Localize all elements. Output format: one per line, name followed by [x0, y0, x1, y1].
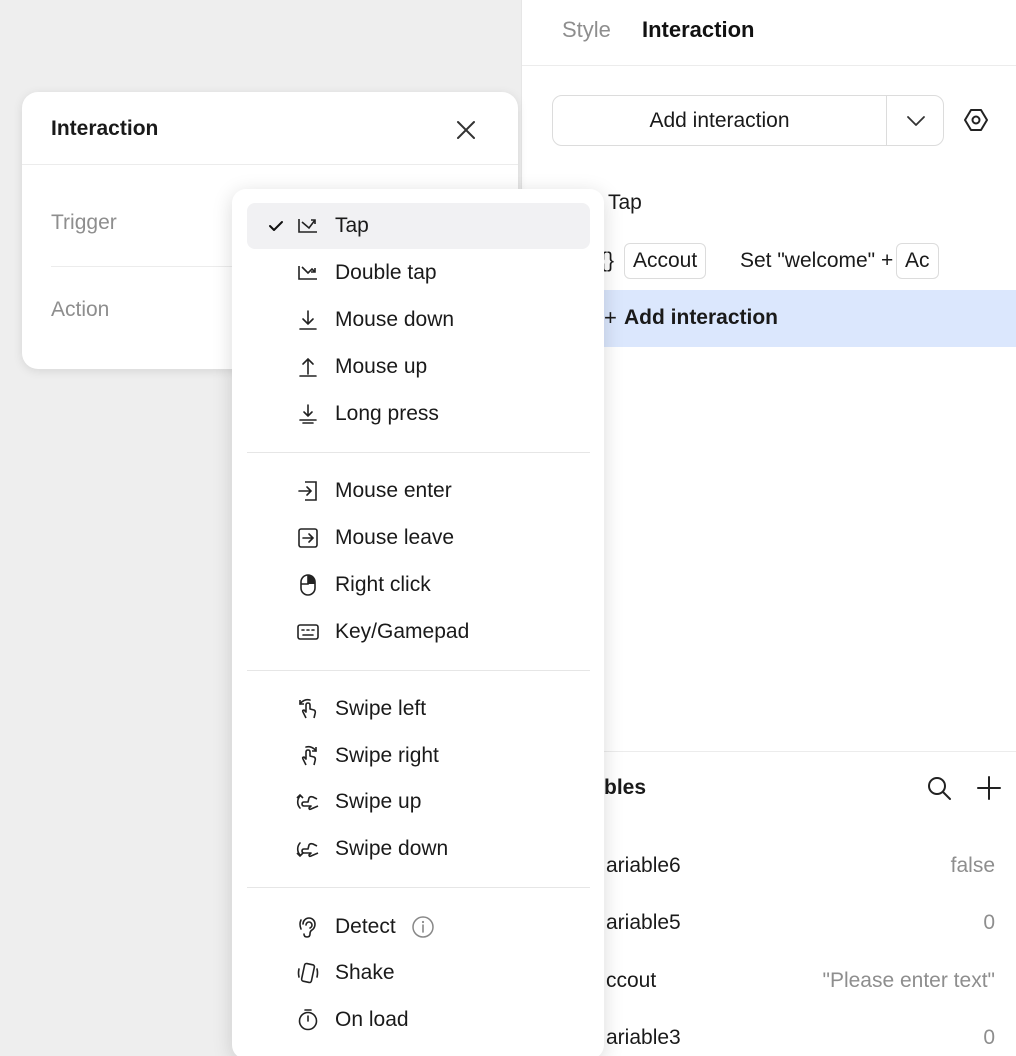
menu-item-label: Swipe left: [335, 697, 427, 720]
variable-chip: Ac: [896, 243, 939, 279]
menu-item-label: Mouse down: [335, 308, 455, 331]
search-icon[interactable]: [925, 774, 953, 802]
menu-item-swipe-right[interactable]: Swipe right: [247, 733, 590, 779]
menu-item-label: Right click: [335, 573, 431, 596]
trigger-row-tap[interactable]: Tap: [608, 189, 642, 217]
variable-value: 0: [983, 1026, 995, 1049]
swipe-left-icon: [299, 698, 317, 719]
menu-item-right-click[interactable]: Right click: [247, 562, 590, 608]
variable-row[interactable]: ariable6 false: [592, 852, 995, 882]
action-row[interactable]: {} Accout Set "welcome" + Ac: [592, 243, 1016, 279]
mouse-down-icon: [299, 310, 317, 330]
variable-name: ariable6: [606, 854, 681, 877]
menu-item-swipe-left[interactable]: Swipe left: [247, 686, 590, 732]
menu-item-swipe-down[interactable]: Swipe down: [247, 826, 590, 872]
right-click-icon: [300, 574, 316, 596]
add-interaction-button[interactable]: Add interaction: [553, 96, 886, 145]
add-interaction-row[interactable]: + Add interaction: [592, 290, 1016, 347]
variable-name: ariable3: [606, 1026, 681, 1049]
action-label: Action: [51, 298, 110, 321]
variable-value: false: [950, 854, 995, 877]
mouse-up-icon: [299, 357, 317, 377]
menu-item-label: Swipe down: [335, 837, 449, 860]
menu-item-mouse-enter[interactable]: Mouse enter: [247, 468, 590, 514]
info-icon[interactable]: [411, 915, 435, 939]
variable-row[interactable]: ariable3 0: [592, 1024, 995, 1054]
divider: [592, 751, 1016, 752]
shake-icon: [297, 962, 319, 984]
menu-divider: [247, 670, 590, 671]
variables-title: bles: [604, 776, 647, 799]
mouse-leave-icon: [298, 528, 318, 548]
card-title: Interaction: [51, 117, 159, 140]
swipe-down-icon: [296, 842, 319, 858]
menu-item-label: On load: [335, 1008, 409, 1031]
menu-item-label: Double tap: [335, 261, 437, 284]
menu-item-mouse-down[interactable]: Mouse down: [247, 297, 590, 343]
hexagon-settings-icon: [964, 109, 988, 131]
menu-item-label: Tap: [335, 214, 369, 237]
variable-name: ccout: [606, 969, 657, 992]
menu-item-swipe-up[interactable]: Swipe up: [247, 779, 590, 825]
menu-item-label: Long press: [335, 402, 439, 425]
swipe-up-icon: [296, 793, 319, 811]
menu-item-on-load[interactable]: On load: [247, 997, 590, 1043]
variable-row[interactable]: ccout "Please enter text": [592, 967, 995, 997]
trigger-label: Trigger: [51, 211, 117, 234]
tab-interaction[interactable]: Interaction: [642, 16, 754, 44]
inspector-tabs: Style Interaction: [522, 0, 1016, 66]
menu-item-label: Detect: [335, 915, 396, 938]
menu-item-label: Mouse leave: [335, 526, 455, 549]
add-interaction-split-button: Add interaction: [552, 95, 944, 146]
long-press-icon: [299, 404, 317, 424]
double-tap-icon: [298, 266, 317, 280]
menu-item-mouse-up[interactable]: Mouse up: [247, 344, 590, 390]
ear-icon: [299, 917, 316, 938]
swipe-right-icon: [301, 745, 317, 766]
add-variable-icon[interactable]: [975, 774, 1003, 802]
variable-value: 0: [983, 911, 995, 934]
menu-item-mouse-leave[interactable]: Mouse leave: [247, 515, 590, 561]
trigger-dropdown-menu: Tap Double tap Mouse down Mouse up Long …: [232, 189, 604, 1056]
menu-item-tap[interactable]: Tap: [247, 203, 590, 249]
menu-item-label: Shake: [335, 961, 395, 984]
menu-item-key-gamepad[interactable]: Key/Gamepad: [247, 609, 590, 655]
variable-name: ariable5: [606, 911, 681, 934]
menu-item-label: Swipe up: [335, 790, 422, 813]
interaction-settings-button[interactable]: [962, 106, 990, 134]
check-icon: [269, 221, 283, 231]
menu-item-long-press[interactable]: Long press: [247, 391, 590, 437]
menu-item-label: Swipe right: [335, 744, 439, 767]
variable-row[interactable]: ariable5 0: [592, 909, 995, 939]
menu-item-shake[interactable]: Shake: [247, 950, 590, 996]
menu-item-double-tap[interactable]: Double tap: [247, 250, 590, 296]
variable-value: "Please enter text": [822, 969, 995, 992]
menu-item-label: Mouse up: [335, 355, 428, 378]
add-interaction-dropdown-button[interactable]: [887, 96, 944, 145]
variable-chip: Accout: [624, 243, 707, 279]
timer-icon: [298, 1009, 318, 1031]
tab-style[interactable]: Style: [562, 16, 611, 44]
menu-divider: [247, 887, 590, 888]
keyboard-icon: [297, 624, 319, 640]
menu-item-label: Mouse enter: [335, 479, 452, 502]
divider: [22, 164, 518, 165]
tap-icon: [298, 219, 317, 233]
add-interaction-row-label: Add interaction: [624, 306, 779, 329]
plus-icon: +: [604, 305, 617, 330]
menu-item-label: Key/Gamepad: [335, 620, 470, 643]
chevron-down-icon: [906, 115, 925, 126]
close-icon[interactable]: [452, 116, 480, 144]
mouse-enter-icon: [298, 481, 317, 501]
action-text: Set "welcome" +: [740, 249, 894, 272]
menu-divider: [247, 452, 590, 453]
menu-item-detect[interactable]: Detect: [247, 904, 590, 950]
